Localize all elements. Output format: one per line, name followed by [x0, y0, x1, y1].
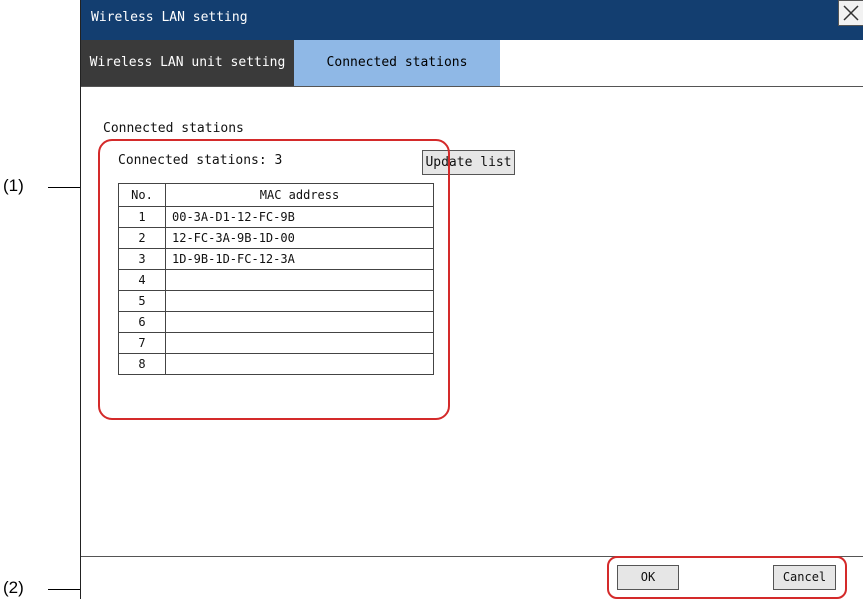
tab-connected-stations[interactable]: Connected stations — [294, 40, 500, 86]
tab-wireless-lan-unit-setting[interactable]: Wireless LAN unit setting — [81, 40, 294, 86]
close-icon — [843, 5, 859, 21]
callout-box-1 — [98, 139, 450, 420]
title-bar: Wireless LAN setting — [81, 0, 863, 40]
callout-box-2 — [607, 556, 847, 599]
section-title: Connected stations — [103, 121, 244, 136]
window-title: Wireless LAN setting — [91, 10, 248, 25]
close-button[interactable] — [838, 0, 863, 26]
wireless-lan-window: Wireless LAN setting Wireless LAN unit s… — [80, 0, 863, 599]
tab-bar: Wireless LAN unit setting Connected stat… — [81, 40, 863, 87]
callout-label-2: (2) — [3, 578, 24, 597]
callout-label-1: (1) — [3, 176, 24, 195]
